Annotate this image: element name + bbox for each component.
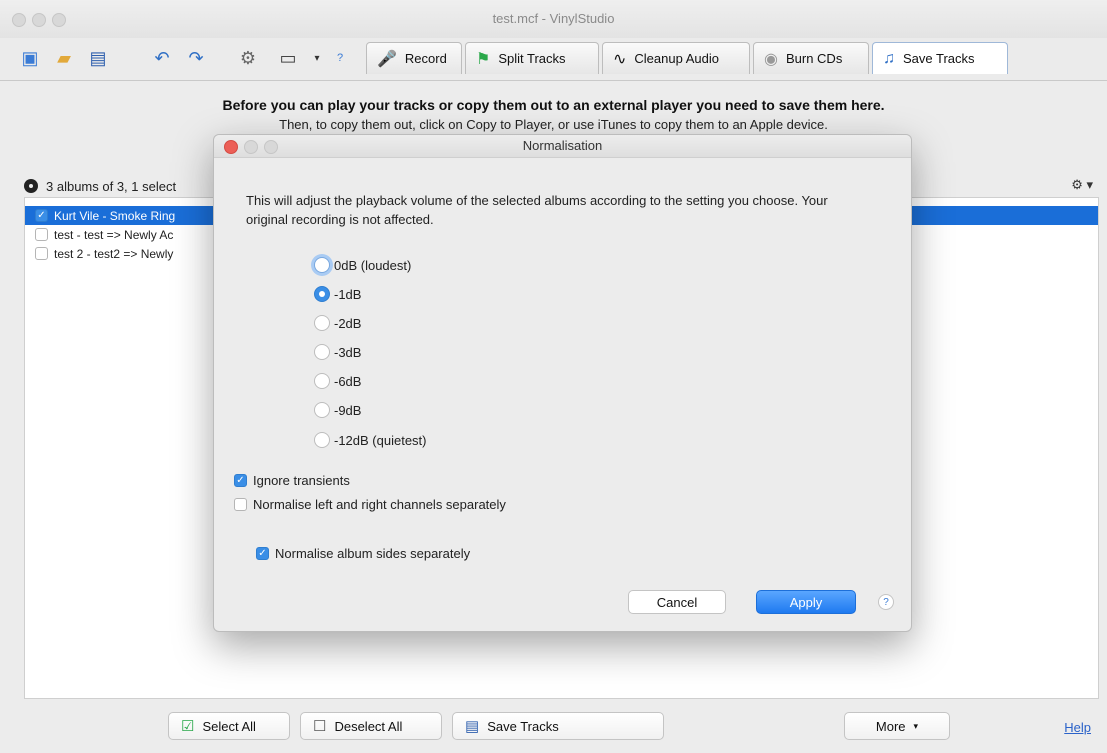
ignore-transients-option[interactable]: ✓ Ignore transients bbox=[234, 470, 350, 490]
radio-minus-1db[interactable]: -1dB bbox=[314, 284, 361, 304]
flags-icon: ⚑ bbox=[476, 50, 491, 68]
radio-label: -9dB bbox=[334, 402, 362, 418]
radio-button[interactable] bbox=[314, 373, 330, 389]
radio-label: -12dB (quietest) bbox=[334, 432, 427, 448]
tab-save-tracks[interactable]: ♫ Save Tracks bbox=[872, 42, 1008, 74]
select-all-label: Select All bbox=[202, 718, 256, 734]
album-label: test - test => Newly Ac bbox=[54, 227, 174, 242]
tab-record-label: Record bbox=[404, 51, 447, 66]
album-label: test 2 - test2 => Newly bbox=[54, 246, 174, 261]
open-folder-icon[interactable]: ▰ bbox=[52, 46, 76, 70]
dialog-description: This will adjust the playback volume of … bbox=[246, 193, 828, 227]
radio-minus-2db[interactable]: -2dB bbox=[314, 313, 361, 333]
help-icon[interactable]: ? bbox=[878, 594, 894, 610]
waveform-icon: ∿ bbox=[613, 50, 627, 68]
chevron-down-icon: ▾ bbox=[913, 720, 919, 731]
radio-label: -2dB bbox=[334, 315, 362, 331]
save-tracks-button[interactable]: ▤ Save Tracks bbox=[452, 712, 664, 740]
bottom-toolbar: ☑ Select All ☐ Deselect All ▤ Save Track… bbox=[0, 708, 1107, 753]
tab-split-tracks-label: Split Tracks bbox=[498, 51, 566, 66]
deselect-all-button[interactable]: ☐ Deselect All bbox=[300, 712, 442, 740]
tab-burn-cds[interactable]: ◉ Burn CDs bbox=[753, 42, 869, 74]
title-bar: test.mcf - VinylStudio bbox=[0, 0, 1107, 39]
radio-label: -3dB bbox=[334, 344, 362, 360]
normalise-sides-option[interactable]: ✓ Normalise album sides separately bbox=[256, 543, 470, 563]
undo-icon[interactable]: ↶ bbox=[150, 46, 174, 70]
select-all-button[interactable]: ☑ Select All bbox=[168, 712, 290, 740]
info-line-2: Then, to copy them out, click on Copy to… bbox=[279, 117, 828, 132]
microphone-icon: 🎤 bbox=[377, 50, 397, 68]
tab-record[interactable]: 🎤 Record bbox=[366, 42, 462, 74]
chevron-down-icon[interactable]: ▾ bbox=[305, 46, 329, 70]
settings-gear-icon[interactable]: ⚙ bbox=[236, 46, 260, 70]
radio-label: -1dB bbox=[334, 286, 362, 302]
apply-button[interactable]: Apply bbox=[756, 590, 856, 614]
deselect-all-label: Deselect All bbox=[334, 718, 403, 734]
save-icon: ▤ bbox=[465, 718, 480, 735]
toolbar: ▣ ▰ ▤ ↶ ↷ ⚙ ▭ ▾ ? 🎤 Record ⚑ Split Track… bbox=[0, 38, 1107, 81]
info-line-1: Before you can play your tracks or copy … bbox=[222, 97, 885, 113]
album-checkbox[interactable] bbox=[35, 228, 48, 241]
tab-cleanup-audio-label: Cleanup Audio bbox=[634, 51, 719, 66]
tab-save-tracks-label: Save Tracks bbox=[903, 51, 975, 66]
cd-icon: ◉ bbox=[764, 50, 778, 68]
checkbox-empty-icon: ☐ bbox=[313, 718, 327, 735]
tab-cleanup-audio[interactable]: ∿ Cleanup Audio bbox=[602, 42, 750, 74]
radio-0db[interactable]: 0dB (loudest) bbox=[314, 255, 411, 275]
radio-button[interactable] bbox=[314, 315, 330, 331]
radio-button[interactable] bbox=[314, 344, 330, 360]
more-button[interactable]: More ▾ bbox=[844, 712, 950, 740]
help-icon[interactable]: ? bbox=[328, 46, 352, 70]
album-checkbox[interactable]: ✓ bbox=[35, 209, 48, 222]
album-list-header: 3 albums of 3, 1 select bbox=[24, 177, 176, 195]
help-link[interactable]: Help bbox=[1064, 720, 1091, 735]
list-options-gear-icon[interactable]: ⚙ ▾ bbox=[1071, 177, 1093, 193]
tab-burn-cds-label: Burn CDs bbox=[785, 51, 843, 66]
save-icon[interactable]: ▤ bbox=[86, 46, 110, 70]
normalise-sides-label: Normalise album sides separately bbox=[275, 545, 471, 561]
normalise-channels-checkbox[interactable] bbox=[234, 497, 247, 511]
radio-button[interactable] bbox=[314, 402, 330, 418]
radio-label: 0dB (loudest) bbox=[334, 257, 412, 273]
radio-label: -6dB bbox=[334, 373, 362, 389]
dialog-title-bar: Normalisation bbox=[214, 135, 911, 158]
new-window-icon[interactable]: ▭ bbox=[276, 46, 300, 70]
normalise-channels-option[interactable]: Normalise left and right channels separa… bbox=[234, 494, 506, 514]
tab-split-tracks[interactable]: ⚑ Split Tracks bbox=[465, 42, 599, 74]
cancel-button[interactable]: Cancel bbox=[628, 590, 726, 614]
app-window: test.mcf - VinylStudio ▣ ▰ ▤ ↶ ↷ ⚙ ▭ ▾ ?… bbox=[0, 0, 1107, 753]
normalise-sides-checkbox[interactable]: ✓ bbox=[256, 546, 269, 560]
ignore-transients-label: Ignore transients bbox=[253, 472, 350, 488]
normalisation-dialog: Normalisation This will adjust the playb… bbox=[213, 134, 912, 632]
album-checkbox[interactable] bbox=[35, 247, 48, 260]
radio-minus-12db[interactable]: -12dB (quietest) bbox=[314, 430, 427, 450]
save-tracks-label: Save Tracks bbox=[487, 718, 559, 734]
radio-button[interactable] bbox=[314, 286, 330, 302]
album-label: Kurt Vile - Smoke Ring bbox=[54, 208, 176, 223]
album-count-label: 3 albums of 3, 1 select bbox=[46, 178, 177, 194]
dialog-title: Normalisation bbox=[522, 138, 603, 153]
window-title: test.mcf - VinylStudio bbox=[492, 11, 615, 26]
radio-minus-6db[interactable]: -6dB bbox=[314, 371, 361, 391]
radio-button[interactable] bbox=[314, 257, 330, 273]
music-note-icon: ♫ bbox=[883, 49, 895, 67]
checkbox-checked-icon: ☑ bbox=[181, 718, 195, 735]
radio-minus-3db[interactable]: -3dB bbox=[314, 342, 361, 362]
more-label: More bbox=[875, 718, 906, 734]
new-file-icon[interactable]: ▣ bbox=[18, 46, 42, 70]
normalise-channels-label: Normalise left and right channels separa… bbox=[253, 496, 506, 512]
radio-button[interactable] bbox=[314, 432, 330, 448]
redo-icon[interactable]: ↷ bbox=[184, 46, 208, 70]
vinyl-disc-icon bbox=[24, 179, 38, 193]
radio-minus-9db[interactable]: -9dB bbox=[314, 400, 361, 420]
ignore-transients-checkbox[interactable]: ✓ bbox=[234, 473, 247, 487]
